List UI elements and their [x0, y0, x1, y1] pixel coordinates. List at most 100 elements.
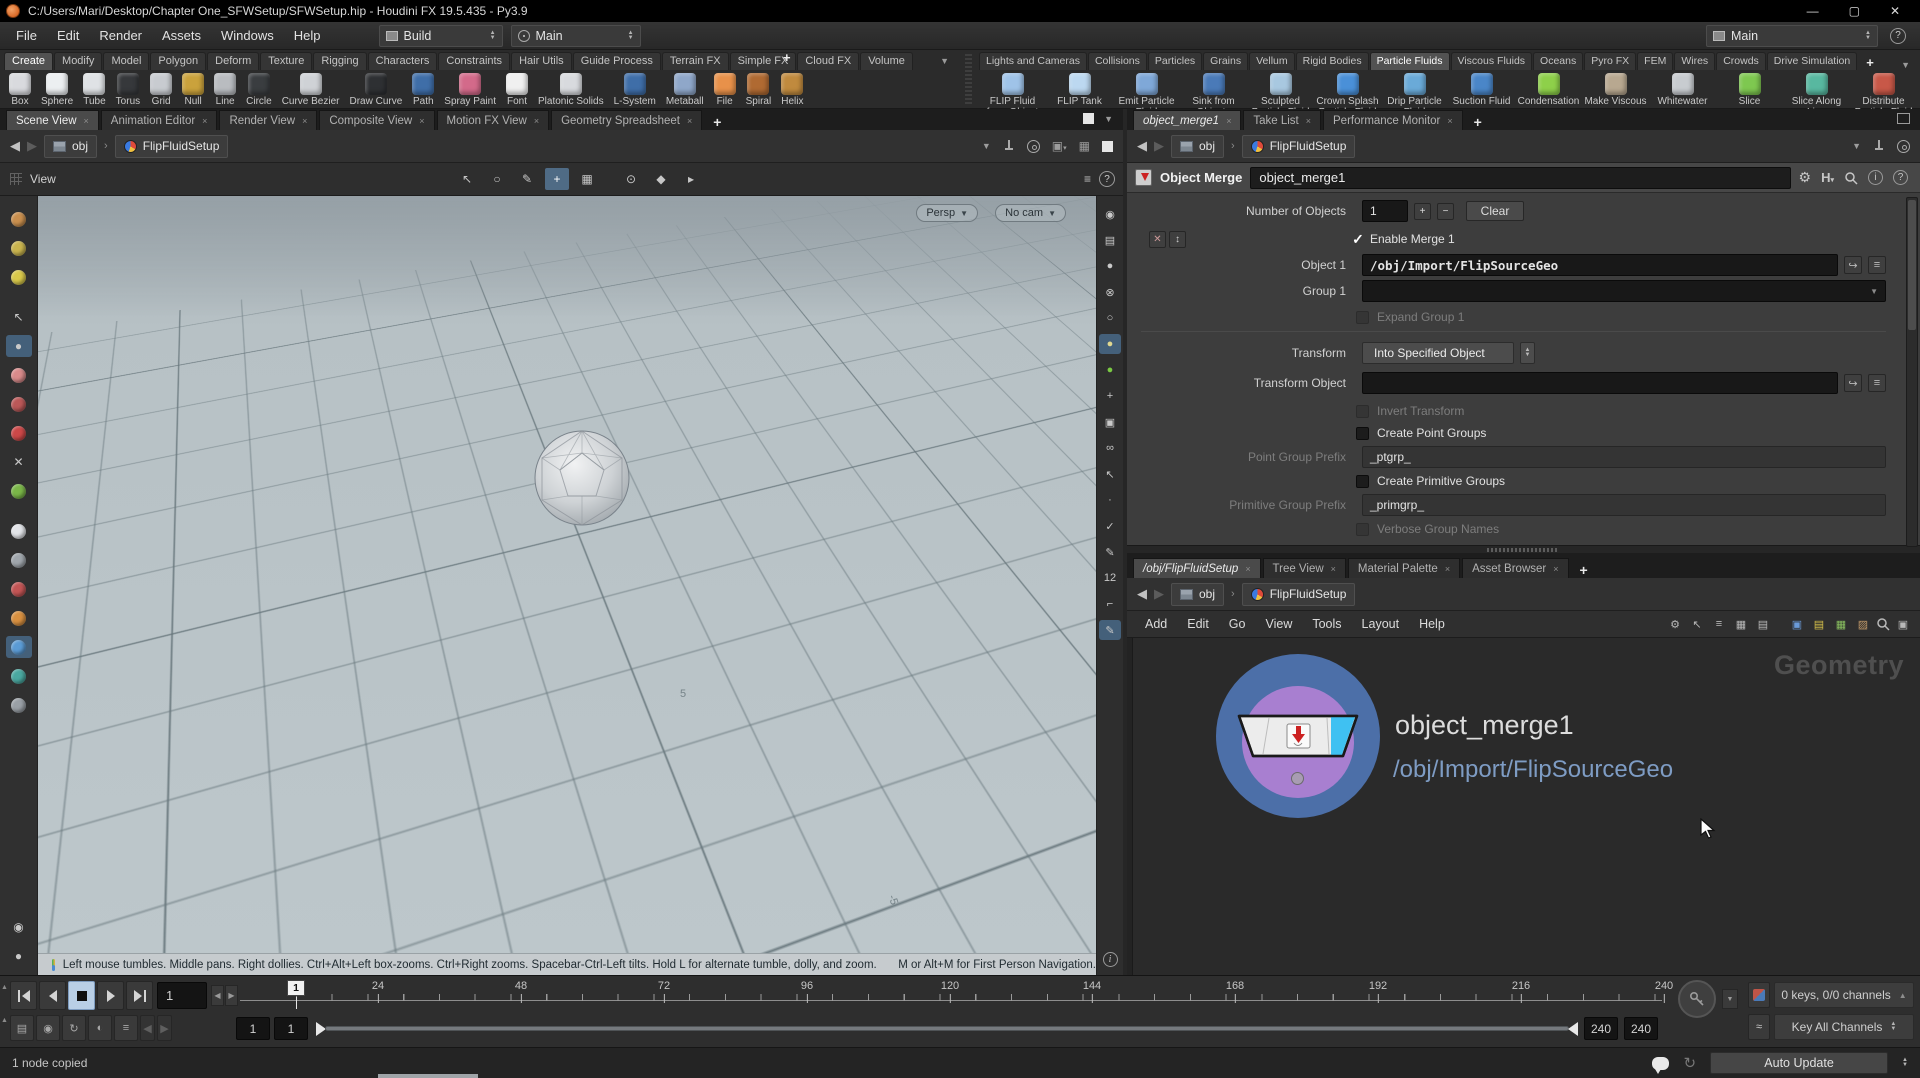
pin-icon[interactable]	[1873, 140, 1885, 152]
viewport-help-icon[interactable]: ?	[1099, 171, 1115, 187]
shelf-tab[interactable]: Hair Utils	[511, 52, 572, 70]
primitive-group-prefix-field[interactable]: _primgrp_	[1362, 494, 1886, 516]
auto-update-dropdown[interactable]: Auto Update	[1710, 1052, 1888, 1074]
gray-sphere-tool-icon[interactable]	[6, 694, 32, 716]
op-jump-icon[interactable]: ↪	[1844, 256, 1862, 274]
menu-item[interactable]: Assets	[152, 28, 211, 43]
create-primitive-groups-checkbox[interactable]	[1356, 475, 1369, 488]
shelf-tab[interactable]: Oceans	[1533, 52, 1583, 70]
shelf-tab[interactable]: Deform	[207, 52, 259, 70]
shelf-tool[interactable]: File	[709, 73, 741, 108]
network-menu-item[interactable]: Go	[1219, 617, 1256, 631]
shelf-tab[interactable]: Drive Simulation	[1767, 52, 1857, 70]
context-chip[interactable]: obj	[1171, 583, 1224, 606]
close-tab-icon[interactable]	[1306, 116, 1311, 126]
pane-maximize-icon[interactable]	[1083, 113, 1094, 124]
shelf-tab[interactable]: Guide Process	[573, 52, 661, 70]
paint-tool-icon[interactable]	[6, 208, 32, 230]
hand-tool-icon[interactable]: ↖	[1099, 464, 1121, 484]
pin-icon[interactable]	[1003, 140, 1015, 152]
tools-icon[interactable]: ⚙	[1666, 615, 1684, 633]
shelf-tab[interactable]: Characters	[368, 52, 438, 70]
select-icon[interactable]: ↖	[1688, 615, 1706, 633]
shelf-tab[interactable]: Particles	[1148, 52, 1202, 70]
forward-icon[interactable]: ▶	[27, 138, 37, 154]
box-tool-icon[interactable]	[6, 520, 32, 542]
shelf-tool[interactable]: Grid	[145, 73, 177, 108]
play-backward-button[interactable]	[39, 981, 66, 1010]
add-shelf-tab-button[interactable]: +	[1858, 55, 1882, 70]
transform-dropdown[interactable]: Into Specified Object	[1362, 342, 1514, 364]
new-pane-tab-button[interactable]: +	[1465, 114, 1491, 130]
network-menu-item[interactable]: Tools	[1302, 617, 1351, 631]
export-view-icon[interactable]: ▤	[1099, 230, 1121, 250]
pane-tab[interactable]: Asset Browser	[1462, 558, 1568, 578]
close-tab-icon[interactable]	[687, 116, 692, 126]
stop-button[interactable]	[68, 981, 95, 1010]
shelf-tool[interactable]: Circle	[241, 73, 277, 108]
lasso-select-icon[interactable]: ○	[485, 168, 509, 190]
back-icon[interactable]: ◀	[10, 138, 20, 154]
viewport-canvas[interactable]: Persp▼ No cam▼ 5 -5	[38, 196, 1096, 953]
stereo-glasses-icon[interactable]: ∞	[1099, 438, 1121, 458]
pane-menu-icon[interactable]: ▼	[1104, 114, 1113, 124]
camera-menu[interactable]: No cam▼	[995, 204, 1066, 222]
path-dropdown-icon[interactable]: ▼	[982, 141, 991, 151]
shelf-tab[interactable]: Constraints	[438, 52, 510, 70]
range-start-field[interactable]: 1	[236, 1017, 270, 1040]
draw-icon[interactable]: ✎	[1099, 620, 1121, 640]
shelf-tool[interactable]: Font	[501, 73, 533, 108]
minimize-button[interactable]: —	[1807, 4, 1819, 18]
shelf-tab[interactable]: Cloud FX	[797, 52, 859, 70]
sculpt-tool-icon[interactable]	[6, 237, 32, 259]
point-group-prefix-field[interactable]: _ptgrp_	[1362, 446, 1886, 468]
rig-tool-icon[interactable]	[6, 393, 32, 415]
performance-options-icon[interactable]: ↻	[62, 1015, 86, 1041]
playbar-options-icon[interactable]: ▤	[10, 1015, 34, 1041]
info-icon[interactable]: i	[1868, 170, 1883, 185]
disc-tool-icon[interactable]	[6, 422, 32, 444]
headlight-icon[interactable]: ●	[1099, 334, 1121, 354]
orange-sphere-tool-icon[interactable]	[6, 607, 32, 629]
shelf-tab[interactable]: Crowds	[1716, 52, 1766, 70]
pane-tab[interactable]: Composite View	[319, 110, 434, 130]
key-dropdown-icon[interactable]: ▼	[1722, 989, 1738, 1009]
shelf-tool[interactable]: Spray Paint	[439, 73, 501, 108]
op-select-icon[interactable]: ≡	[1868, 256, 1886, 274]
node-chip[interactable]: FlipFluidSetup	[115, 135, 229, 158]
keys-info-button[interactable]: 0 keys, 0/0 channels▲	[1774, 982, 1914, 1008]
row-layout-icon[interactable]: ▤	[1754, 615, 1772, 633]
keyframe-icon[interactable]: ◆	[649, 168, 673, 190]
shelf-tool[interactable]: Torus	[111, 73, 145, 108]
blue-sphere-tool-icon[interactable]	[6, 636, 32, 658]
shelf-tool[interactable]: L-System	[609, 73, 661, 108]
pane-tab[interactable]: Take List	[1243, 110, 1321, 130]
current-frame-field[interactable]: 1	[157, 982, 207, 1009]
shelf-tool[interactable]: Tube	[78, 73, 110, 108]
enable-merge-checkbox[interactable]: ✓	[1350, 231, 1366, 248]
expand-group-checkbox[interactable]	[1356, 311, 1369, 324]
shelf-tool[interactable]: Helix	[776, 73, 808, 108]
pane-tab[interactable]: Material Palette	[1348, 558, 1460, 578]
shelf-tool[interactable]: Metaball	[661, 73, 709, 108]
pane-tab[interactable]: Motion FX View	[437, 110, 550, 130]
shelf-tool[interactable]: Curve Bezier	[277, 73, 345, 108]
group1-field[interactable]: ▼	[1362, 280, 1886, 302]
shelf-tab[interactable]: Modify	[54, 52, 102, 70]
ghost-objects-icon[interactable]: ▦	[1079, 139, 1090, 153]
remove-object-button[interactable]: −	[1437, 203, 1454, 220]
viewport-header-tool[interactable]	[605, 168, 613, 190]
range-end-display-field[interactable]: 240	[1624, 1017, 1658, 1040]
dropdown-spinner-icon[interactable]: ▲▼	[1520, 342, 1535, 364]
close-tab-icon[interactable]	[1553, 564, 1558, 574]
network-canvas[interactable]: Geometry object_merge1 /obj/Import/FlipS…	[1127, 638, 1920, 976]
shelf-tab[interactable]: Rigid Bodies	[1296, 52, 1369, 70]
play-forward-button[interactable]	[97, 981, 124, 1010]
background-image-icon[interactable]: ▨	[1854, 615, 1872, 633]
shelf-tab[interactable]: Vellum	[1249, 52, 1295, 70]
pane-tab[interactable]: /obj/FlipFluidSetup	[1133, 558, 1261, 578]
audio-options-icon[interactable]: ◉	[36, 1015, 60, 1041]
shelf-tab[interactable]: Volume	[860, 52, 913, 70]
pane-expand-icon[interactable]: ▲	[1, 1017, 8, 1024]
shelf-tab[interactable]: Lights and Cameras	[979, 52, 1087, 70]
